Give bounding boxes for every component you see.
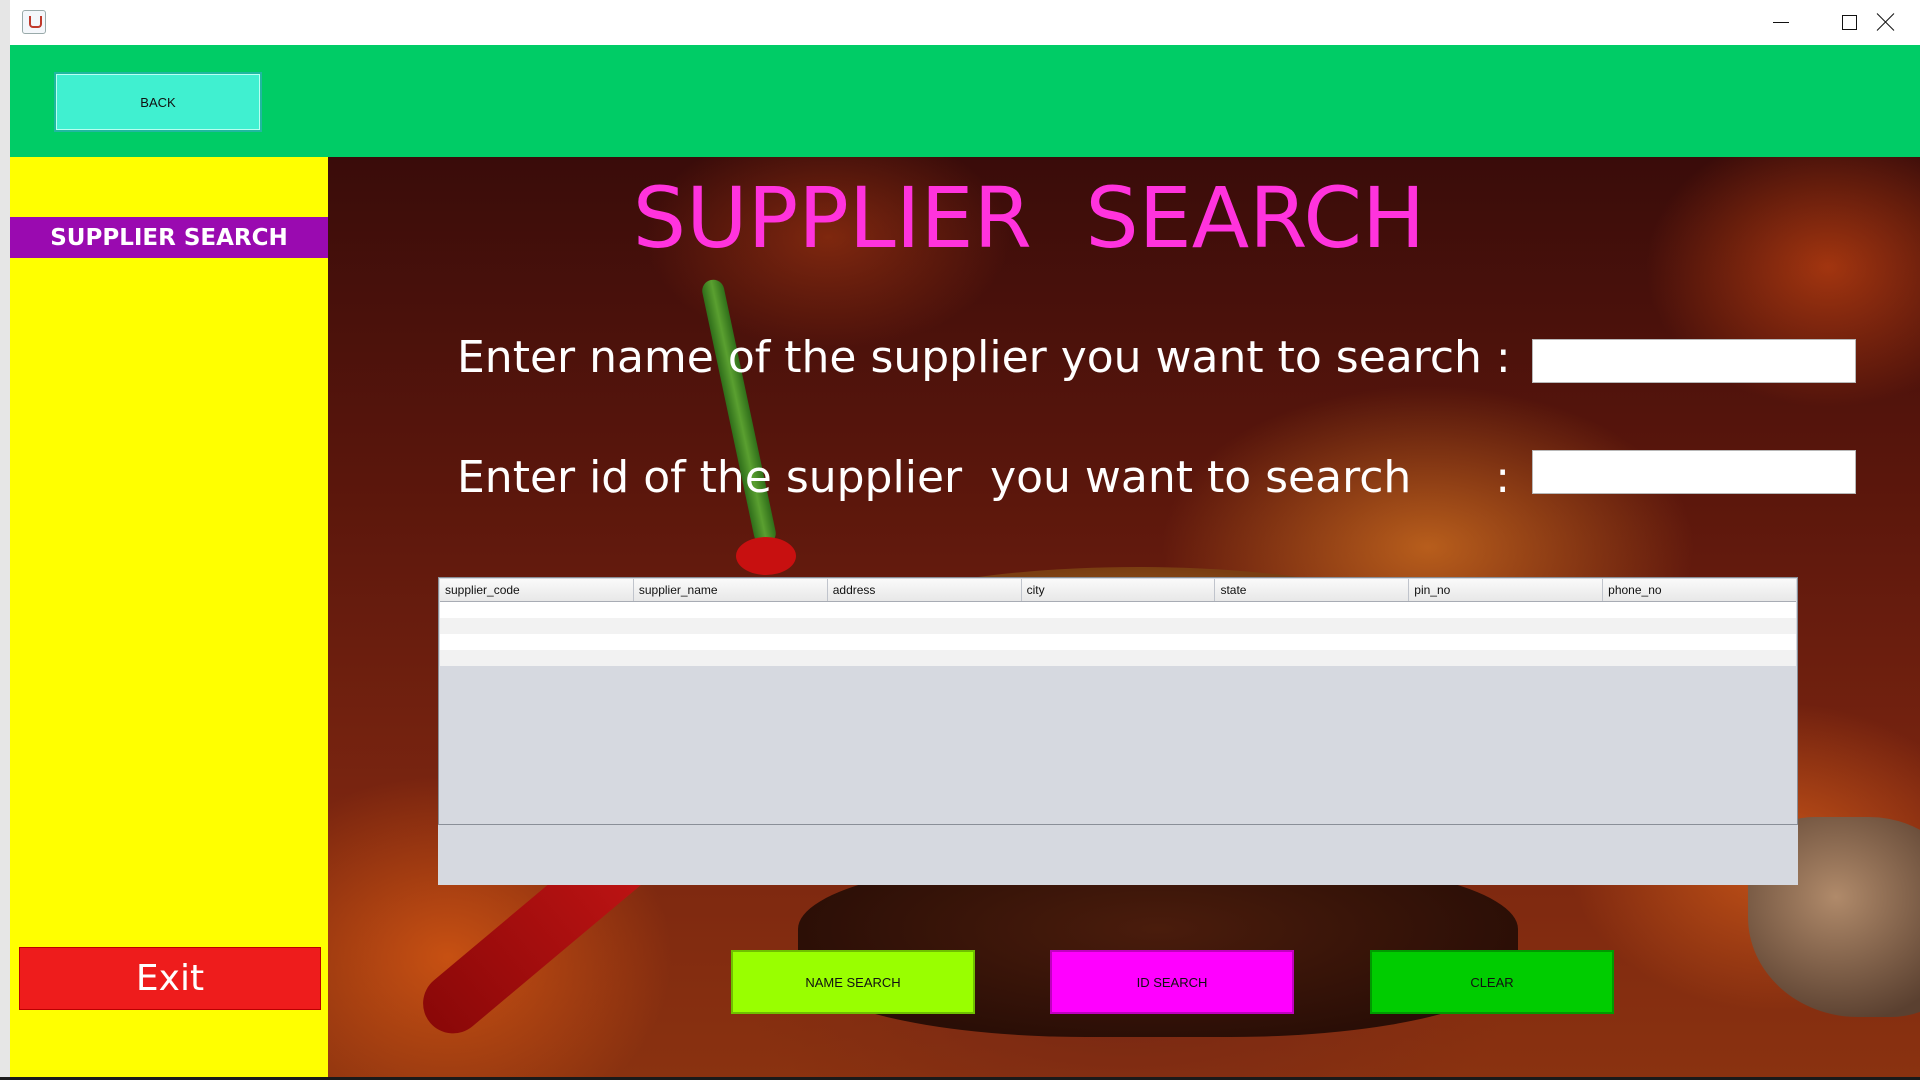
id-search-button[interactable]: ID SEARCH [1050, 950, 1294, 1014]
results-table-panel: supplier_code supplier_name address city… [438, 577, 1798, 885]
supplier-id-input[interactable] [1532, 450, 1856, 494]
name-search-button[interactable]: NAME SEARCH [731, 950, 975, 1014]
back-button[interactable]: BACK [54, 72, 262, 132]
column-header-pin-no[interactable]: pin_no [1409, 579, 1604, 601]
chili-stem-image [700, 277, 778, 547]
sidebar-title: SUPPLIER SEARCH [10, 217, 328, 258]
name-search-label: Enter name of the supplier you want to s… [457, 332, 1511, 383]
table-header: supplier_code supplier_name address city… [440, 579, 1796, 602]
minimize-button[interactable] [1745, 0, 1815, 44]
column-header-address[interactable]: address [828, 579, 1022, 601]
left-sidebar: SUPPLIER SEARCH Exit [10, 157, 328, 1080]
java-app-icon [22, 10, 46, 34]
page-title: SUPPLIER SEARCH [632, 169, 1426, 267]
window-title-bar [10, 0, 1920, 46]
results-table[interactable]: supplier_code supplier_name address city… [438, 577, 1798, 825]
close-button[interactable] [1850, 0, 1920, 44]
minimize-icon [1773, 22, 1789, 23]
column-header-city[interactable]: city [1022, 579, 1216, 601]
close-icon [1876, 12, 1896, 32]
desktop-edge [0, 0, 10, 1080]
supplier-name-input[interactable] [1532, 339, 1856, 383]
column-header-supplier-code[interactable]: supplier_code [440, 579, 634, 601]
column-header-supplier-name[interactable]: supplier_name [634, 579, 828, 601]
chili-image [736, 537, 796, 575]
top-header-bar: BACK [10, 45, 1920, 157]
table-row[interactable] [440, 602, 1796, 618]
id-search-label: Enter id of the supplier you want to sea… [457, 452, 1511, 503]
table-row[interactable] [440, 650, 1796, 666]
table-row[interactable] [440, 634, 1796, 650]
column-header-state[interactable]: state [1215, 579, 1410, 601]
exit-button[interactable]: Exit [19, 947, 321, 1010]
table-row[interactable] [440, 618, 1796, 634]
clear-button[interactable]: CLEAR [1370, 950, 1614, 1014]
main-panel: SUPPLIER SEARCH Enter name of the suppli… [328, 157, 1920, 1080]
column-header-phone-no[interactable]: phone_no [1603, 579, 1796, 601]
